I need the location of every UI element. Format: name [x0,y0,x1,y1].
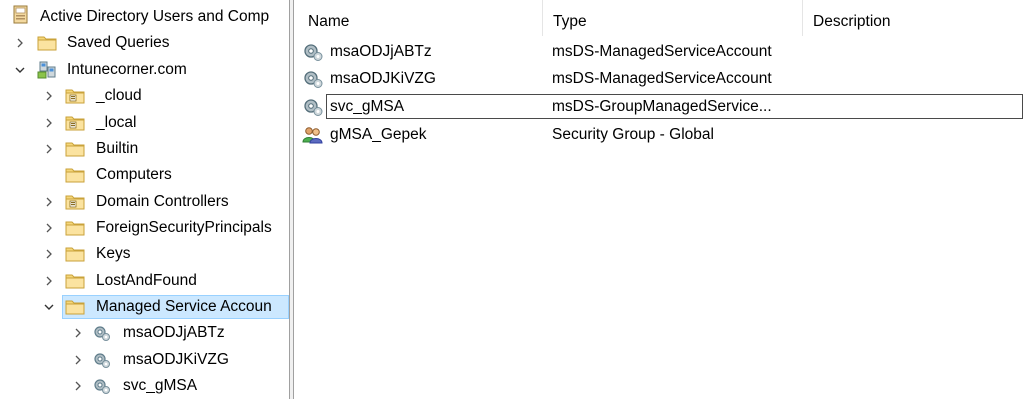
chevron-right-icon[interactable] [42,215,56,241]
list-item[interactable]: svc_gMSA msDS-GroupManagedService... [294,93,1024,120]
column-header-description[interactable]: Description [803,0,1023,36]
list-item[interactable]: msaODJKiVZG msDS-ManagedServiceAccount [294,65,1024,92]
service-account-icon [302,42,324,62]
tree-item-msa-2[interactable]: msaODJKiVZG [0,347,289,373]
folder-icon [65,166,85,184]
list-item-name: svc_gMSA [330,98,405,115]
tree-item-builtin[interactable]: Builtin [0,136,289,162]
service-account-icon [302,69,324,89]
ou-folder-icon [65,114,85,132]
ou-folder-icon [65,87,85,105]
chevron-down-icon[interactable] [13,57,27,83]
list-item[interactable]: gMSA_Gepek Security Group - Global [294,121,1024,148]
chevron-right-icon[interactable] [42,110,56,136]
service-account-icon [302,97,324,117]
security-group-icon [302,125,324,145]
ou-folder-icon [65,193,85,211]
tree-item-cloud[interactable]: _cloud [0,83,289,109]
tree-item-label: msaODJKiVZG [123,351,229,368]
list-item-type: msDS-ManagedServiceAccount [552,70,772,87]
list-item-type: Security Group - Global [552,126,714,143]
tree-root[interactable]: Active Directory Users and Comp [0,4,289,30]
chevron-right-icon[interactable] [13,30,27,56]
folder-icon [65,245,85,263]
chevron-right-icon[interactable] [42,189,56,215]
chevron-right-icon[interactable] [42,136,56,162]
folder-icon [65,219,85,237]
tree-item-domain-controllers[interactable]: Domain Controllers [0,189,289,215]
console-root-icon [12,5,32,24]
service-account-icon [92,324,112,342]
chevron-right-icon[interactable] [71,373,85,399]
folder-icon [65,298,85,316]
tree-item-label: _cloud [96,87,142,104]
details-list[interactable]: Name Type Description msaODJjABTz msDS-M… [294,0,1024,399]
chevron-right-icon[interactable] [42,83,56,109]
list-item[interactable]: msaODJjABTz msDS-ManagedServiceAccount [294,38,1024,65]
folder-icon [37,34,57,52]
folder-icon [65,272,85,290]
tree-item-label: Saved Queries [67,34,170,51]
folder-icon [65,140,85,158]
tree-item-label: Intunecorner.com [67,61,187,78]
tree-item-foreign-security-principals[interactable]: ForeignSecurityPrincipals [0,215,289,241]
chevron-right-icon[interactable] [42,268,56,294]
list-item-name: msaODJKiVZG [330,70,436,87]
tree-item-label: LostAndFound [96,272,197,289]
tree-item-computers[interactable]: Computers [0,162,289,188]
service-account-icon [92,351,112,369]
tree-item-domain[interactable]: Intunecorner.com [0,57,289,83]
service-account-icon [92,377,112,395]
tree-item-label: Keys [96,245,131,262]
tree-item-label: Builtin [96,140,139,157]
chevron-right-icon[interactable] [71,347,85,373]
tree-item-msa-1[interactable]: msaODJjABTz [0,320,289,346]
tree-item-label: ForeignSecurityPrincipals [96,219,272,236]
list-item-type: msDS-GroupManagedService... [552,98,772,115]
chevron-right-icon[interactable] [42,241,56,267]
chevron-down-icon[interactable] [42,294,56,320]
column-header-type[interactable]: Type [543,0,801,36]
list-item-name: msaODJjABTz [330,43,432,60]
tree-item-label: _local [96,114,137,131]
list-header: Name Type Description [294,0,1024,36]
domain-icon [37,61,57,79]
tree-item-svc-gmsa[interactable]: svc_gMSA [0,373,289,399]
tree-root-label: Active Directory Users and Comp [40,8,270,25]
tree-item-label: Managed Service Accoun [96,298,272,315]
tree-item-managed-service-accounts[interactable]: Managed Service Accoun [0,294,289,320]
tree-item-local[interactable]: _local [0,110,289,136]
list-item-name: gMSA_Gepek [330,126,427,143]
tree-item-lost-and-found[interactable]: LostAndFound [0,268,289,294]
column-header-name[interactable]: Name [298,0,538,36]
tree-item-label: Computers [96,166,172,183]
tree-item-label: Domain Controllers [96,193,229,210]
tree-item-saved-queries[interactable]: Saved Queries [0,30,289,56]
tree-item-label: svc_gMSA [123,377,198,394]
tree-item-keys[interactable]: Keys [0,241,289,267]
list-item-type: msDS-ManagedServiceAccount [552,43,772,60]
console-tree[interactable]: Active Directory Users and Comp Saved Qu… [0,0,289,399]
tree-item-label: msaODJjABTz [123,324,225,341]
chevron-right-icon[interactable] [71,320,85,346]
